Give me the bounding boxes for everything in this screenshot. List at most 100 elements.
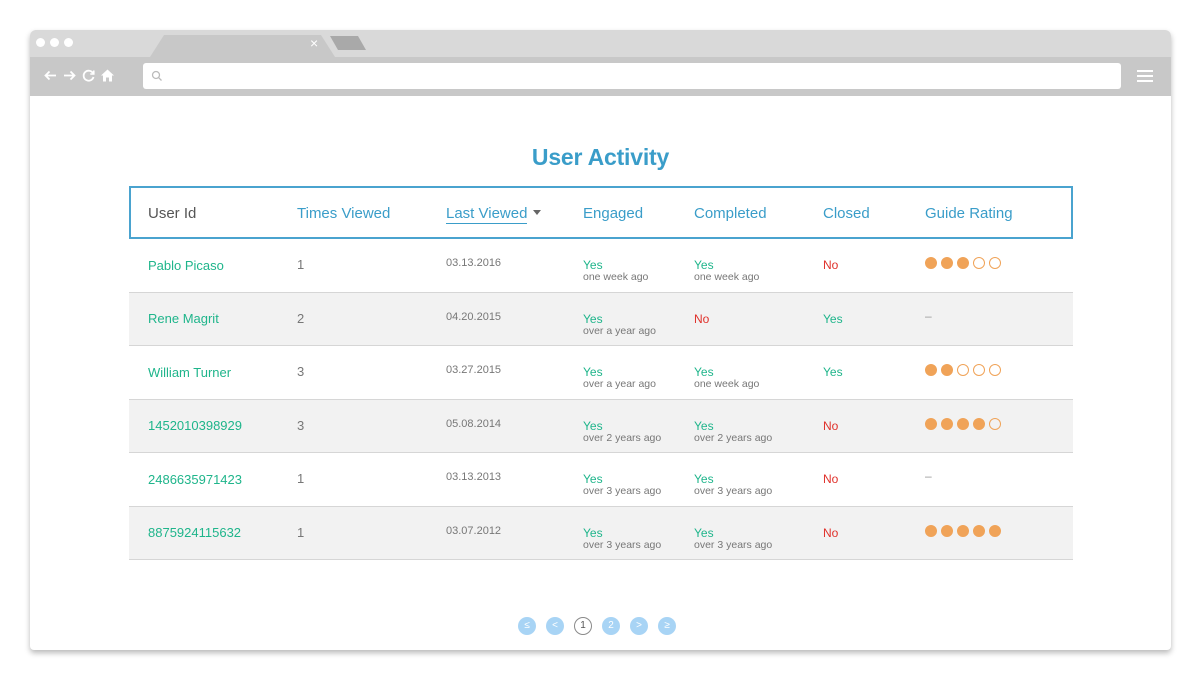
- completed-value: Yes: [694, 525, 714, 540]
- page-2-button[interactable]: 2: [602, 617, 620, 635]
- completed-cell: No: [694, 313, 709, 325]
- header-user-id[interactable]: User Id: [148, 205, 196, 222]
- completed-value: Yes: [694, 418, 714, 433]
- address-bar[interactable]: [143, 63, 1121, 89]
- search-icon: [151, 69, 163, 87]
- browser-tab[interactable]: [150, 35, 335, 57]
- engaged-time-ago: over a year ago: [583, 378, 656, 390]
- closed-value: Yes: [823, 311, 843, 326]
- header-completed[interactable]: Completed: [694, 205, 767, 222]
- times-viewed-value: 2: [297, 310, 305, 326]
- new-tab-button[interactable]: [330, 36, 366, 50]
- reload-icon[interactable]: [81, 68, 96, 83]
- closed-cell: No: [823, 527, 838, 539]
- engaged-cell: Yes over 3 years ago: [583, 527, 661, 551]
- closed-value: Yes: [823, 365, 843, 379]
- rating-dot-filled-icon: [973, 524, 985, 537]
- window-controls: [36, 38, 73, 47]
- table-row[interactable]: 8875924115632 1 03.07.2012 Yes over 3 years …: [129, 506, 1073, 560]
- table-row[interactable]: Rene Magrit 2 04.20.2015 Yes over a year ago…: [129, 292, 1073, 346]
- user-id-link[interactable]: Pablo Picaso: [148, 239, 224, 292]
- completed-value: Yes: [694, 258, 714, 272]
- forward-arrow-icon[interactable]: [62, 68, 77, 83]
- window-zoom-dot[interactable]: [64, 38, 73, 47]
- header-last-viewed-label: Last Viewed: [446, 205, 528, 224]
- completed-cell: Yes one week ago: [694, 366, 759, 390]
- header-guide-rating[interactable]: Guide Rating: [925, 205, 1013, 222]
- table-row[interactable]: 1452010398929 3 05.08.2014 Yes over 2 years …: [129, 399, 1073, 453]
- table-header: User Id Times Viewed Last Viewed Engaged…: [129, 186, 1073, 239]
- last-viewed-date: 03.13.2016: [446, 257, 502, 269]
- user-activity-table: User Id Times Viewed Last Viewed Engaged…: [129, 186, 1073, 560]
- user-id-link[interactable]: 2486635971423: [148, 453, 242, 506]
- times-viewed-value: 1: [297, 257, 305, 272]
- engaged-value: Yes: [583, 258, 603, 272]
- rating-dot-filled-icon: [941, 257, 953, 269]
- rating-dot-filled-icon: [925, 257, 937, 269]
- user-id-link[interactable]: 8875924115632: [148, 507, 241, 560]
- tab-strip: ×: [30, 30, 1171, 57]
- completed-time-ago: one week ago: [694, 271, 760, 283]
- rating-dot-empty-icon: [973, 257, 985, 269]
- pagination: ≤ < 1 2 > ≥: [518, 617, 676, 635]
- back-arrow-icon[interactable]: [43, 68, 58, 83]
- prev-page-button[interactable]: <: [546, 617, 564, 635]
- engaged-value: Yes: [583, 418, 603, 433]
- page-content: User Activity User Id Times Viewed Last …: [30, 96, 1171, 650]
- header-times-viewed[interactable]: Times Viewed: [297, 205, 390, 222]
- closed-cell: Yes: [823, 366, 843, 378]
- page-1-button[interactable]: 1: [574, 617, 592, 635]
- rating-dot-filled-icon: [941, 364, 953, 376]
- header-closed[interactable]: Closed: [823, 205, 870, 222]
- engaged-time-ago: one week ago: [583, 271, 649, 283]
- window-close-dot[interactable]: [36, 38, 45, 47]
- table-row[interactable]: Pablo Picaso 1 03.13.2016 Yes one week ago Ye…: [129, 239, 1073, 293]
- header-last-viewed[interactable]: Last Viewed: [446, 205, 542, 224]
- engaged-cell: Yes over 3 years ago: [583, 473, 661, 497]
- rating-dot-filled-icon: [973, 417, 985, 430]
- hamburger-menu-icon[interactable]: [1137, 70, 1153, 85]
- engaged-time-ago: over 3 years ago: [583, 485, 662, 497]
- rating-dot-filled-icon: [989, 524, 1001, 537]
- completed-time-ago: over 3 years ago: [694, 485, 773, 497]
- home-icon[interactable]: [100, 68, 115, 83]
- closed-value: No: [823, 418, 839, 433]
- engaged-cell: Yes over 2 years ago: [583, 420, 661, 444]
- rating-dot-empty-icon: [989, 417, 1001, 430]
- rating-dot-filled-icon: [941, 417, 953, 430]
- times-viewed-value: 1: [297, 524, 305, 540]
- completed-cell: Yes over 3 years ago: [694, 473, 772, 497]
- tab-close-icon[interactable]: ×: [310, 36, 318, 50]
- user-id-link[interactable]: 1452010398929: [148, 400, 242, 453]
- times-viewed-value: 3: [297, 364, 305, 379]
- rating-dot-filled-icon: [941, 524, 953, 537]
- rating-dot-filled-icon: [925, 364, 937, 376]
- completed-cell: Yes over 2 years ago: [694, 420, 772, 444]
- first-page-button[interactable]: ≤: [518, 617, 536, 635]
- user-id-link[interactable]: William Turner: [148, 346, 231, 399]
- engaged-cell: Yes over a year ago: [583, 366, 656, 390]
- header-engaged[interactable]: Engaged: [583, 205, 643, 222]
- closed-cell: No: [823, 473, 838, 485]
- last-viewed-date: 03.07.2012: [446, 524, 502, 537]
- engaged-value: Yes: [583, 525, 603, 540]
- next-page-button[interactable]: >: [630, 617, 648, 635]
- guide-rating: [925, 417, 1001, 430]
- closed-cell: No: [823, 420, 838, 432]
- table-row[interactable]: William Turner 3 03.27.2015 Yes over a year …: [129, 346, 1073, 400]
- rating-dot-filled-icon: [925, 524, 937, 537]
- guide-rating: [925, 364, 1001, 376]
- times-viewed-value: 3: [297, 417, 305, 433]
- sort-caret-icon: [533, 210, 542, 215]
- address-input[interactable]: [169, 63, 1109, 89]
- last-viewed-date: 03.27.2015: [446, 364, 502, 376]
- engaged-time-ago: over a year ago: [583, 324, 656, 337]
- completed-value: Yes: [694, 365, 714, 379]
- table-row[interactable]: 2486635971423 1 03.13.2013 Yes over 3 years …: [129, 453, 1073, 507]
- window-minimize-dot[interactable]: [50, 38, 59, 47]
- last-page-button[interactable]: ≥: [658, 617, 676, 635]
- rating-empty-dash: –: [925, 469, 932, 483]
- rating-empty-dash: –: [925, 308, 932, 323]
- rating-dot-filled-icon: [957, 417, 969, 430]
- user-id-link[interactable]: Rene Magrit: [148, 293, 219, 346]
